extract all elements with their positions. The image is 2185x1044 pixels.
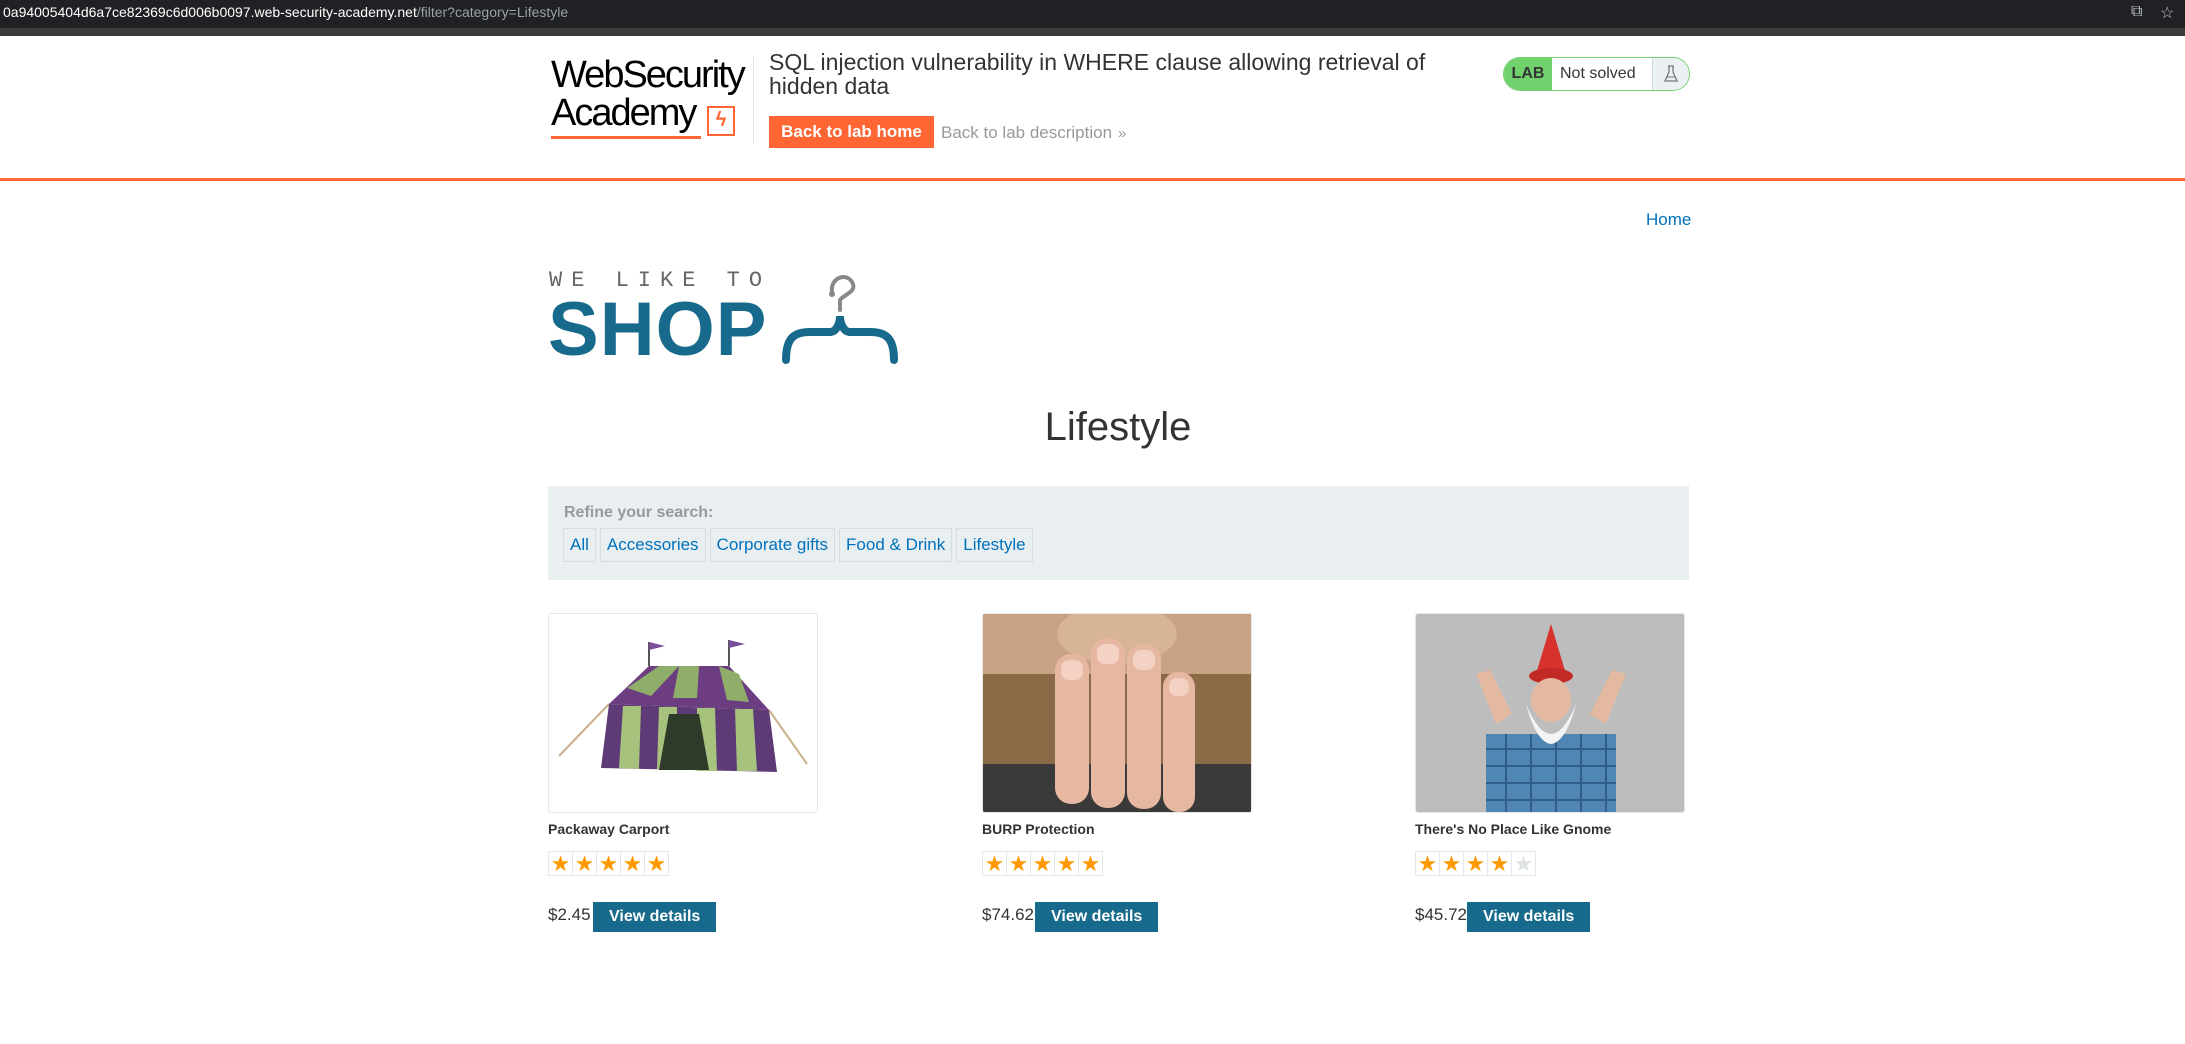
academy-header: WebSecurity Academy ϟ SQL injection vuln…	[0, 36, 2185, 181]
product-price: $74.62	[982, 905, 1034, 924]
product-image-tent	[548, 613, 818, 813]
filter-category-list: All Accessories Corporate gifts Food & D…	[563, 528, 1033, 562]
product-card: Packaway Carport ★ ★ ★ ★ ★ $2.45 View detail…	[548, 613, 818, 932]
star-icon: ★	[1487, 851, 1512, 876]
star-empty-icon: ★	[1511, 851, 1536, 876]
star-icon: ★	[548, 851, 573, 876]
url-text[interactable]: 0a94005404d6a7ce82369c6d006b0097.web-sec…	[3, 4, 568, 20]
filter-label: Refine your search:	[564, 504, 714, 521]
star-icon: ★	[1078, 851, 1103, 876]
star-icon: ★	[982, 851, 1007, 876]
star-icon: ★	[644, 851, 669, 876]
home-link[interactable]: Home	[1646, 210, 1691, 230]
header-divider	[753, 56, 754, 144]
star-icon: ★	[1054, 851, 1079, 876]
back-to-lab-home-button[interactable]: Back to lab home	[769, 116, 934, 148]
url-host: 0a94005404d6a7ce82369c6d006b0097.web-sec…	[3, 4, 417, 20]
filter-all[interactable]: All	[563, 528, 596, 562]
page-title-text: Lifestyle	[1044, 405, 1192, 449]
clothes-hanger-icon	[782, 275, 898, 364]
lab-status-text: Not solved	[1560, 65, 1636, 82]
rating-stars: ★ ★ ★ ★ ★	[548, 851, 669, 876]
view-details-button[interactable]: View details	[1467, 902, 1591, 932]
page-title: Lifestyle	[0, 405, 2185, 450]
lab-title: SQL injection vulnerability in WHERE cla…	[769, 49, 1426, 99]
filter-lifestyle[interactable]: Lifestyle	[956, 528, 1033, 562]
product-price: $2.45	[548, 905, 591, 924]
flask-icon	[1652, 58, 1689, 90]
product-image-gnome-man	[1415, 613, 1685, 813]
bookmark-star-icon[interactable]: ☆	[2160, 3, 2174, 23]
star-icon: ★	[1030, 851, 1055, 876]
product-name: There's No Place Like Gnome	[1415, 821, 1612, 837]
product-price: $45.72	[1415, 905, 1467, 924]
we-like-to-shop-logo[interactable]: WE LIKE TO SHOP	[548, 266, 908, 370]
web-security-academy-logo[interactable]: WebSecurity Academy ϟ	[549, 54, 754, 144]
double-chevron-right-icon: »	[1118, 125, 1127, 142]
star-icon: ★	[1415, 851, 1440, 876]
logo-line2: Academy	[551, 92, 697, 134]
category-filter: Refine your search: All Accessories Corp…	[548, 486, 1689, 580]
translate-icon[interactable]: ⧉	[2131, 3, 2142, 21]
star-icon: ★	[1006, 851, 1031, 876]
product-name: Packaway Carport	[548, 821, 670, 837]
lightning-bolt-icon: ϟ	[707, 106, 735, 136]
star-icon: ★	[572, 851, 597, 876]
shop-logo-big-text: SHOP	[548, 287, 768, 372]
browser-address-bar[interactable]: 0a94005404d6a7ce82369c6d006b0097.web-sec…	[0, 0, 2185, 36]
logo-line1: WebSecurity	[551, 54, 746, 96]
lab-status-widget: LAB Not solved	[1503, 57, 1690, 91]
lab-status-tag: LAB	[1504, 58, 1552, 90]
rating-stars: ★ ★ ★ ★ ★	[1415, 851, 1536, 876]
product-card: BURP Protection ★ ★ ★ ★ ★ $74.62 View detail…	[982, 613, 1252, 932]
filter-corporate-gifts[interactable]: Corporate gifts	[709, 528, 836, 562]
back-to-lab-description-link[interactable]: Back to lab description »	[941, 123, 1126, 143]
product-card: There's No Place Like Gnome ★ ★ ★ ★ ★ $45.72…	[1415, 613, 1685, 932]
rating-stars: ★ ★ ★ ★ ★	[982, 851, 1103, 876]
star-icon: ★	[596, 851, 621, 876]
logo-underline	[551, 136, 701, 139]
filter-accessories[interactable]: Accessories	[599, 528, 706, 562]
product-image-beard-hand	[982, 613, 1252, 813]
product-name: BURP Protection	[982, 821, 1095, 837]
star-icon: ★	[1463, 851, 1488, 876]
view-details-button[interactable]: View details	[1035, 902, 1159, 932]
browser-toolbar-strip	[0, 28, 2185, 36]
filter-food-and-drink[interactable]: Food & Drink	[839, 528, 953, 562]
star-icon: ★	[1439, 851, 1464, 876]
back-to-lab-description-label: Back to lab description	[941, 123, 1113, 142]
url-path: /filter?category=Lifestyle	[416, 4, 569, 20]
star-icon: ★	[620, 851, 645, 876]
view-details-button[interactable]: View details	[593, 902, 717, 932]
